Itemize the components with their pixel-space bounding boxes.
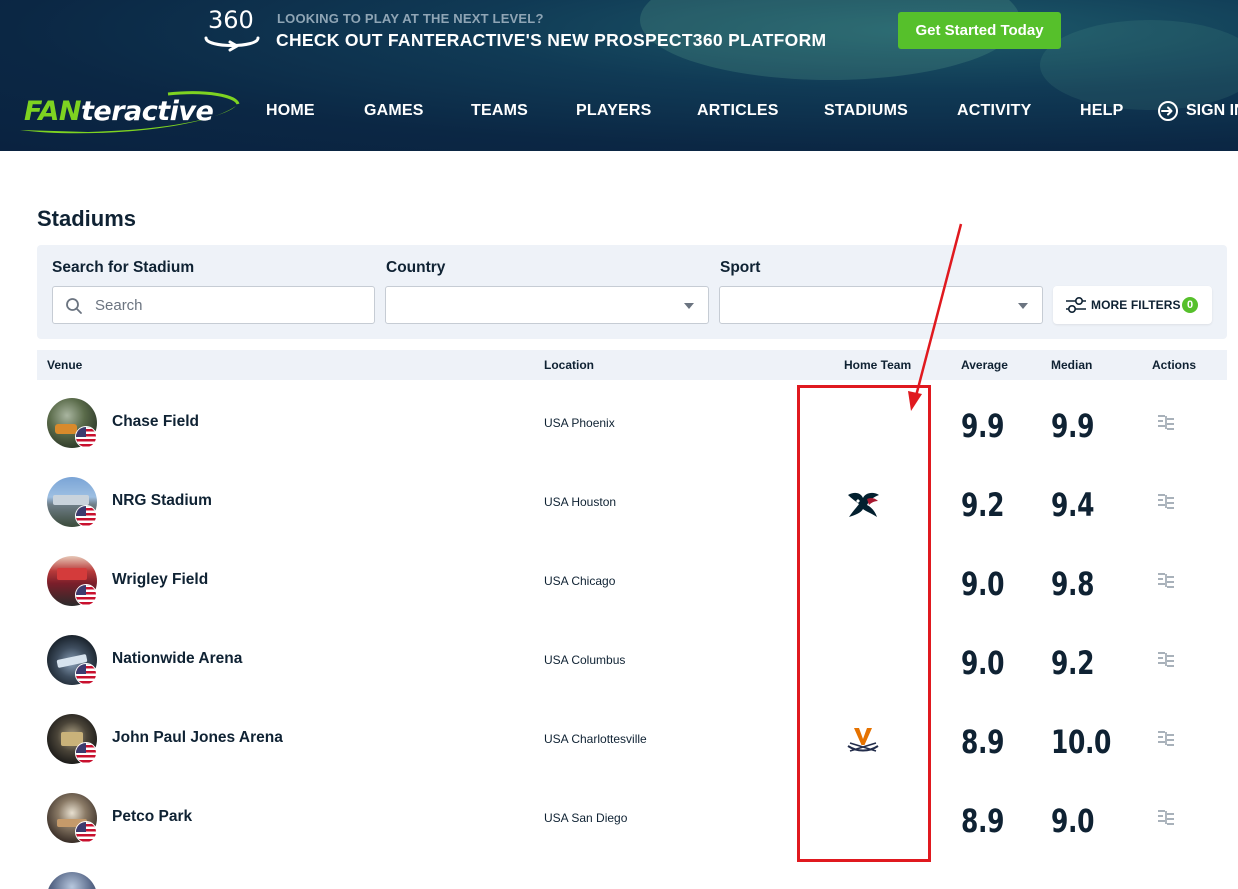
nav-teams[interactable]: TEAMS	[471, 102, 528, 120]
median-score: 9.0	[1051, 802, 1095, 840]
nav-stadiums[interactable]: STADIUMS	[824, 102, 908, 120]
column-location[interactable]: Location	[544, 358, 594, 372]
venue-location: USA Houston	[544, 495, 617, 509]
search-placeholder: Search	[95, 297, 143, 314]
median-score: 9.9	[1051, 407, 1095, 445]
promo-headline[interactable]: CHECK OUT FANTERACTIVE'S NEW PROSPECT360…	[276, 30, 826, 51]
logo-teractive: teractive	[80, 96, 214, 127]
compare-list-icon[interactable]	[1157, 413, 1175, 431]
average-score: 9.0	[961, 565, 1005, 603]
venue-name[interactable]: NRG Stadium	[112, 492, 212, 510]
promo-tagline: LOOKING TO PLAY AT THE NEXT LEVEL?	[277, 11, 544, 26]
median-score: 9.2	[1051, 644, 1095, 682]
site-header: 360 LOOKING TO PLAY AT THE NEXT LEVEL? C…	[0, 0, 1238, 151]
nav-players[interactable]: PLAYERS	[576, 102, 652, 120]
average-score: 9.2	[961, 486, 1005, 524]
venue-name[interactable]: Chase Field	[112, 413, 199, 431]
prospect360-number: 360	[208, 6, 254, 34]
compare-list-icon[interactable]	[1157, 571, 1175, 589]
country-label: Country	[386, 259, 446, 276]
usa-flag-icon	[75, 663, 97, 685]
table-row[interactable]: Chase Field USA Phoenix 9.9 9.9	[37, 384, 1227, 463]
venue-name[interactable]: Petco Park	[112, 808, 192, 826]
sport-select[interactable]	[719, 286, 1043, 324]
column-median[interactable]: Median	[1051, 358, 1092, 372]
search-icon	[66, 298, 82, 314]
venue-location: USA Phoenix	[544, 416, 615, 430]
venue-location: USA Chicago	[544, 574, 616, 588]
median-score: 9.4	[1051, 486, 1095, 524]
column-average[interactable]: Average	[961, 358, 1008, 372]
venue-name[interactable]: Wrigley Field	[112, 571, 208, 589]
average-score: 9.0	[961, 644, 1005, 682]
venue-location: USA Charlottesville	[544, 732, 647, 746]
column-home-team[interactable]: Home Team	[844, 358, 911, 372]
get-started-button[interactable]: Get Started Today	[898, 12, 1061, 49]
average-score: 8.9	[961, 723, 1005, 761]
average-score: 9.9	[961, 407, 1005, 445]
nav-games[interactable]: GAMES	[364, 102, 424, 120]
table-header: Venue Location Home Team Average Median …	[37, 350, 1227, 380]
nav-articles[interactable]: ARTICLES	[697, 102, 779, 120]
table-row[interactable]: Wrigley Field USA Chicago 9.0 9.8	[37, 542, 1227, 621]
median-score: 10.0	[1051, 723, 1112, 761]
compare-list-icon[interactable]	[1157, 650, 1175, 668]
more-filters-label: MORE FILTERS	[1091, 298, 1181, 312]
sliders-icon	[1066, 296, 1086, 314]
table-row[interactable]: NRG Stadium USA Houston 9.2 9.4	[37, 463, 1227, 542]
country-select[interactable]	[385, 286, 709, 324]
logo-wordmark: FANteractive	[24, 96, 214, 127]
table-row[interactable]: Nationwide Arena USA Columbus 9.0 9.2	[37, 621, 1227, 700]
fanteractive-logo[interactable]: FANteractive	[18, 88, 240, 138]
filter-panel: Search for Stadium Search Country Sport …	[37, 245, 1227, 339]
prospect360-logo[interactable]: 360	[200, 6, 266, 56]
chevron-down-icon	[1018, 303, 1028, 309]
usa-flag-icon	[75, 742, 97, 764]
median-score: 9.8	[1051, 565, 1095, 603]
usa-flag-icon	[75, 426, 97, 448]
usa-flag-icon	[75, 821, 97, 843]
circular-arrow-icon	[204, 36, 260, 52]
table-row[interactable]: Petco Park USA San Diego 8.9 9.0	[37, 779, 1227, 858]
compare-list-icon[interactable]	[1157, 729, 1175, 747]
nav-activity[interactable]: ACTIVITY	[957, 102, 1032, 120]
compare-list-icon[interactable]	[1157, 808, 1175, 826]
filter-count-badge: 0	[1182, 297, 1198, 313]
page-title: Stadiums	[37, 206, 137, 231]
more-filters-button[interactable]: MORE FILTERS 0	[1053, 286, 1212, 324]
nav-sign-in[interactable]: SIGN IN	[1186, 102, 1238, 120]
nav-help[interactable]: HELP	[1080, 102, 1123, 120]
sport-label: Sport	[720, 259, 761, 276]
venue-location: USA San Diego	[544, 811, 628, 825]
chevron-down-icon	[684, 303, 694, 309]
search-label: Search for Stadium	[52, 259, 195, 276]
venue-name[interactable]: Nationwide Arena	[112, 650, 242, 668]
column-venue[interactable]: Venue	[47, 358, 82, 372]
sign-in-icon[interactable]	[1157, 100, 1179, 122]
average-score: 8.9	[961, 802, 1005, 840]
header-glow	[1040, 20, 1238, 110]
search-input[interactable]: Search	[52, 286, 375, 324]
venue-location: USA Columbus	[544, 653, 626, 667]
venue-name[interactable]: John Paul Jones Arena	[112, 729, 283, 747]
nav-home[interactable]: HOME	[266, 102, 315, 120]
usa-flag-icon	[75, 505, 97, 527]
column-actions: Actions	[1152, 358, 1197, 372]
annotation-highlight-box	[797, 385, 931, 862]
stadium-avatar[interactable]	[47, 872, 97, 889]
table-row[interactable]: John Paul Jones Arena USA Charlottesvill…	[37, 700, 1227, 779]
logo-fan: FAN	[24, 96, 81, 127]
compare-list-icon[interactable]	[1157, 492, 1175, 510]
usa-flag-icon	[75, 584, 97, 606]
table-row[interactable]	[37, 858, 1227, 889]
